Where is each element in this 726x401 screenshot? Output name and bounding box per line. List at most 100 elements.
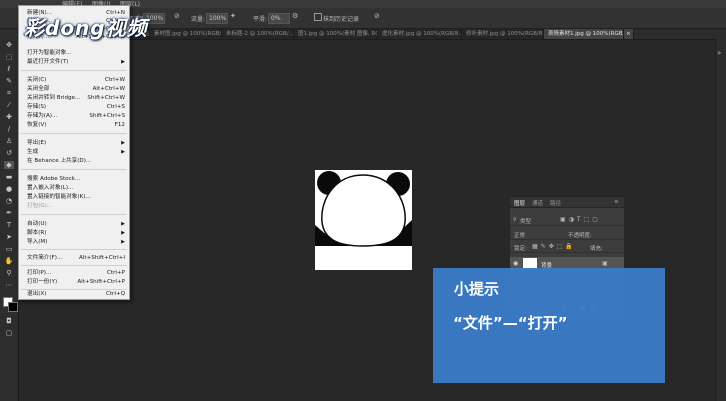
tab-channels[interactable]: 通道: [532, 199, 543, 207]
menu-item-search-stock[interactable]: 搜索 Adobe Stock...: [27, 175, 125, 183]
menu-item-close-goto-bridge[interactable]: 关闭并转到 Bridge... Shift+Ctrl+W: [27, 94, 125, 102]
close-tab-icon[interactable]: ×: [624, 29, 634, 39]
menu-item-save[interactable]: 存储(S) Ctrl+S: [27, 103, 125, 111]
menu-item-print-one-copy[interactable]: 打印一份(Y) Alt+Shift+Ctrl+P: [27, 278, 125, 286]
menu-separator: [21, 70, 127, 71]
menu-item-place-linked[interactable]: 置入链接的智能对象(K)...: [27, 193, 125, 201]
panel-toggle-icon[interactable]: »: [717, 49, 721, 57]
right-panel-strip: »: [715, 39, 726, 401]
menu-item-place-embedded[interactable]: 置入嵌入对象(L)...: [27, 184, 125, 192]
background-color-swatch[interactable]: [8, 302, 18, 312]
filter-icons[interactable]: ▣◑T⬚▢: [560, 216, 601, 223]
layer-opacity-label: 不透明度:: [568, 233, 592, 239]
tab-doc-4[interactable]: 图1.jpg @ 100%(素材 图像, RGB...: [294, 29, 378, 39]
lock-row: 锁定: ▦✎✥⬚🔒 填充:: [510, 242, 624, 253]
tip-title: 小提示: [454, 280, 500, 298]
tip-overlay: 小提示 “文件”—“打开”: [433, 268, 665, 383]
tab-layers[interactable]: 图层: [514, 199, 525, 207]
submenu-arrow-icon: ▶: [121, 140, 125, 146]
tab-doc-5[interactable]: 虚化素材.jpg @ 100%(RGB/8...: [378, 29, 462, 39]
fill-label: 填充:: [590, 246, 603, 252]
screen-mode-icon[interactable]: ▢: [4, 329, 14, 337]
menu-item-share-behance[interactable]: 在 Behance 上共享(D)...: [27, 157, 125, 165]
menu-item-close[interactable]: 关闭(C) Ctrl+W: [27, 76, 125, 84]
move-tool-icon[interactable]: ✥: [4, 41, 14, 49]
file-menu: 新建(N)... Ctrl+N 打开(O)... Ctrl+O 在 Bridge 中…: [18, 5, 130, 300]
lock-icons[interactable]: ▦✎✥⬚🔒: [532, 243, 576, 250]
dodge-tool-icon[interactable]: ◔: [4, 197, 14, 205]
smooth-label: 平滑:: [253, 16, 268, 23]
gradient-tool-icon[interactable]: ▬: [4, 173, 14, 181]
menu-item-close-all[interactable]: 关闭全部 Alt+Ctrl+W: [27, 85, 125, 93]
layer-filter-row: ⚲ 类型 ▣◑T⬚▢: [510, 215, 624, 226]
quick-mask-icon[interactable]: ◘: [4, 317, 14, 325]
menu-item-package: 打包(G)...: [27, 203, 53, 209]
pressure-opacity-icon[interactable]: ⊘: [174, 12, 180, 20]
watermark-logo: 彩dong视频: [24, 16, 148, 40]
document-tab-bar: t.jpg @ 100%(RG... 素材图.jpg @ 100%(RGB/..…: [128, 29, 726, 40]
smooth-field[interactable]: 0%: [268, 13, 290, 24]
menu-separator: [21, 133, 127, 134]
erase-history-checkbox[interactable]: [314, 13, 322, 21]
menu-item-revert[interactable]: 恢复(V) F12: [27, 121, 125, 129]
zoom-tool-icon[interactable]: ⚲: [4, 269, 14, 277]
tab-doc-3[interactable]: 未标题-2 @ 100%(RGB/...: [222, 29, 294, 39]
blend-row: 正常 不透明度:: [510, 229, 624, 240]
airbrush-icon[interactable]: ✦: [230, 12, 236, 20]
clone-stamp-tool-icon[interactable]: ♙: [4, 137, 14, 145]
marquee-tool-icon[interactable]: ⬚: [4, 53, 14, 61]
pen-tool-icon[interactable]: ✒: [4, 209, 14, 217]
rectangle-tool-icon[interactable]: ▭: [4, 245, 14, 253]
menu-separator: [21, 249, 127, 250]
tab-paths[interactable]: 路径: [550, 199, 561, 207]
menu-item-scripts[interactable]: 脚本(R) ▶: [27, 229, 125, 237]
eraser-tool-icon[interactable]: ◆: [4, 161, 14, 169]
submenu-arrow-icon: ▶: [121, 230, 125, 236]
eye-icon[interactable]: ◉: [513, 260, 518, 267]
smooth-settings-icon[interactable]: ⚙: [292, 12, 298, 20]
brush-tool-icon[interactable]: ∕: [4, 125, 14, 133]
panel-menu-icon[interactable]: ≡: [614, 199, 619, 205]
tab-doc-6[interactable]: 修补素材.jpg @ 100%(RGB/8...: [462, 29, 544, 39]
more-tools-icon[interactable]: ⋯: [4, 281, 14, 289]
blend-mode-select[interactable]: 正常: [514, 231, 525, 239]
submenu-arrow-icon: ▶: [121, 59, 125, 65]
pressure-size-icon[interactable]: ⊘: [374, 12, 380, 20]
menu-item-exit[interactable]: 退出(X) Ctrl+Q: [27, 290, 125, 298]
layer-kind-select[interactable]: 类型: [520, 217, 531, 225]
menu-item-export[interactable]: 导出(E) ▶: [27, 139, 125, 147]
eyedropper-tool-icon[interactable]: ⁄: [4, 101, 14, 109]
tools-panel: ✥ ⬚ ℓ ✎ ⌗ ⁄ ✚ ∕ ♙ ↺ ◆ ▬ ● ◔ ✒ T ➤ ▭ ✋ ⚲ …: [0, 29, 19, 401]
menu-item-import[interactable]: 导入(M) ▶: [27, 238, 125, 246]
lasso-tool-icon[interactable]: ℓ: [4, 65, 14, 73]
tip-body: “文件”—“打开”: [453, 314, 568, 332]
healing-brush-tool-icon[interactable]: ✚: [4, 113, 14, 121]
menu-separator: [21, 265, 127, 266]
path-select-tool-icon[interactable]: ➤: [4, 233, 14, 241]
menu-item-generate[interactable]: 生成 ▶: [27, 148, 125, 156]
flow-field[interactable]: 100%: [206, 13, 228, 24]
menu-item-automate[interactable]: 自动(U) ▶: [27, 220, 125, 228]
tab-doc-active[interactable]: 表情素材1.jpg @ 100%(RGB/8*): [544, 29, 624, 39]
flow-label: 流量:: [191, 16, 206, 23]
menu-item-print[interactable]: 打印(P)... Ctrl+P: [27, 269, 125, 277]
type-tool-icon[interactable]: T: [4, 221, 14, 229]
submenu-arrow-icon: ▶: [121, 239, 125, 245]
menu-item-save-as[interactable]: 存储为(A)... Shift+Ctrl+S: [27, 112, 125, 120]
submenu-arrow-icon: ▶: [121, 221, 125, 227]
menu-item-recent-files[interactable]: 最近打开文件(T) ▶: [27, 58, 125, 66]
menu-separator: [21, 214, 127, 215]
search-icon: ⚲: [513, 217, 517, 223]
history-brush-tool-icon[interactable]: ↺: [4, 149, 14, 157]
quick-select-tool-icon[interactable]: ✎: [4, 77, 14, 85]
lock-icon: ▣: [602, 260, 608, 267]
crop-tool-icon[interactable]: ⌗: [4, 89, 14, 97]
menu-item-file-info[interactable]: 文件简介(F)... Alt+Shift+Ctrl+I: [27, 254, 125, 262]
tab-doc-2[interactable]: 素材图.jpg @ 100%(RGB/...: [150, 29, 222, 39]
submenu-arrow-icon: ▶: [121, 149, 125, 155]
layers-panel-header: 图层 通道 路径 ≡: [510, 197, 624, 208]
canvas-document[interactable]: [315, 170, 412, 270]
blur-tool-icon[interactable]: ●: [4, 185, 14, 193]
menu-item-open-smart-object[interactable]: 打开为智能对象...: [27, 49, 125, 57]
hand-tool-icon[interactable]: ✋: [4, 257, 14, 265]
